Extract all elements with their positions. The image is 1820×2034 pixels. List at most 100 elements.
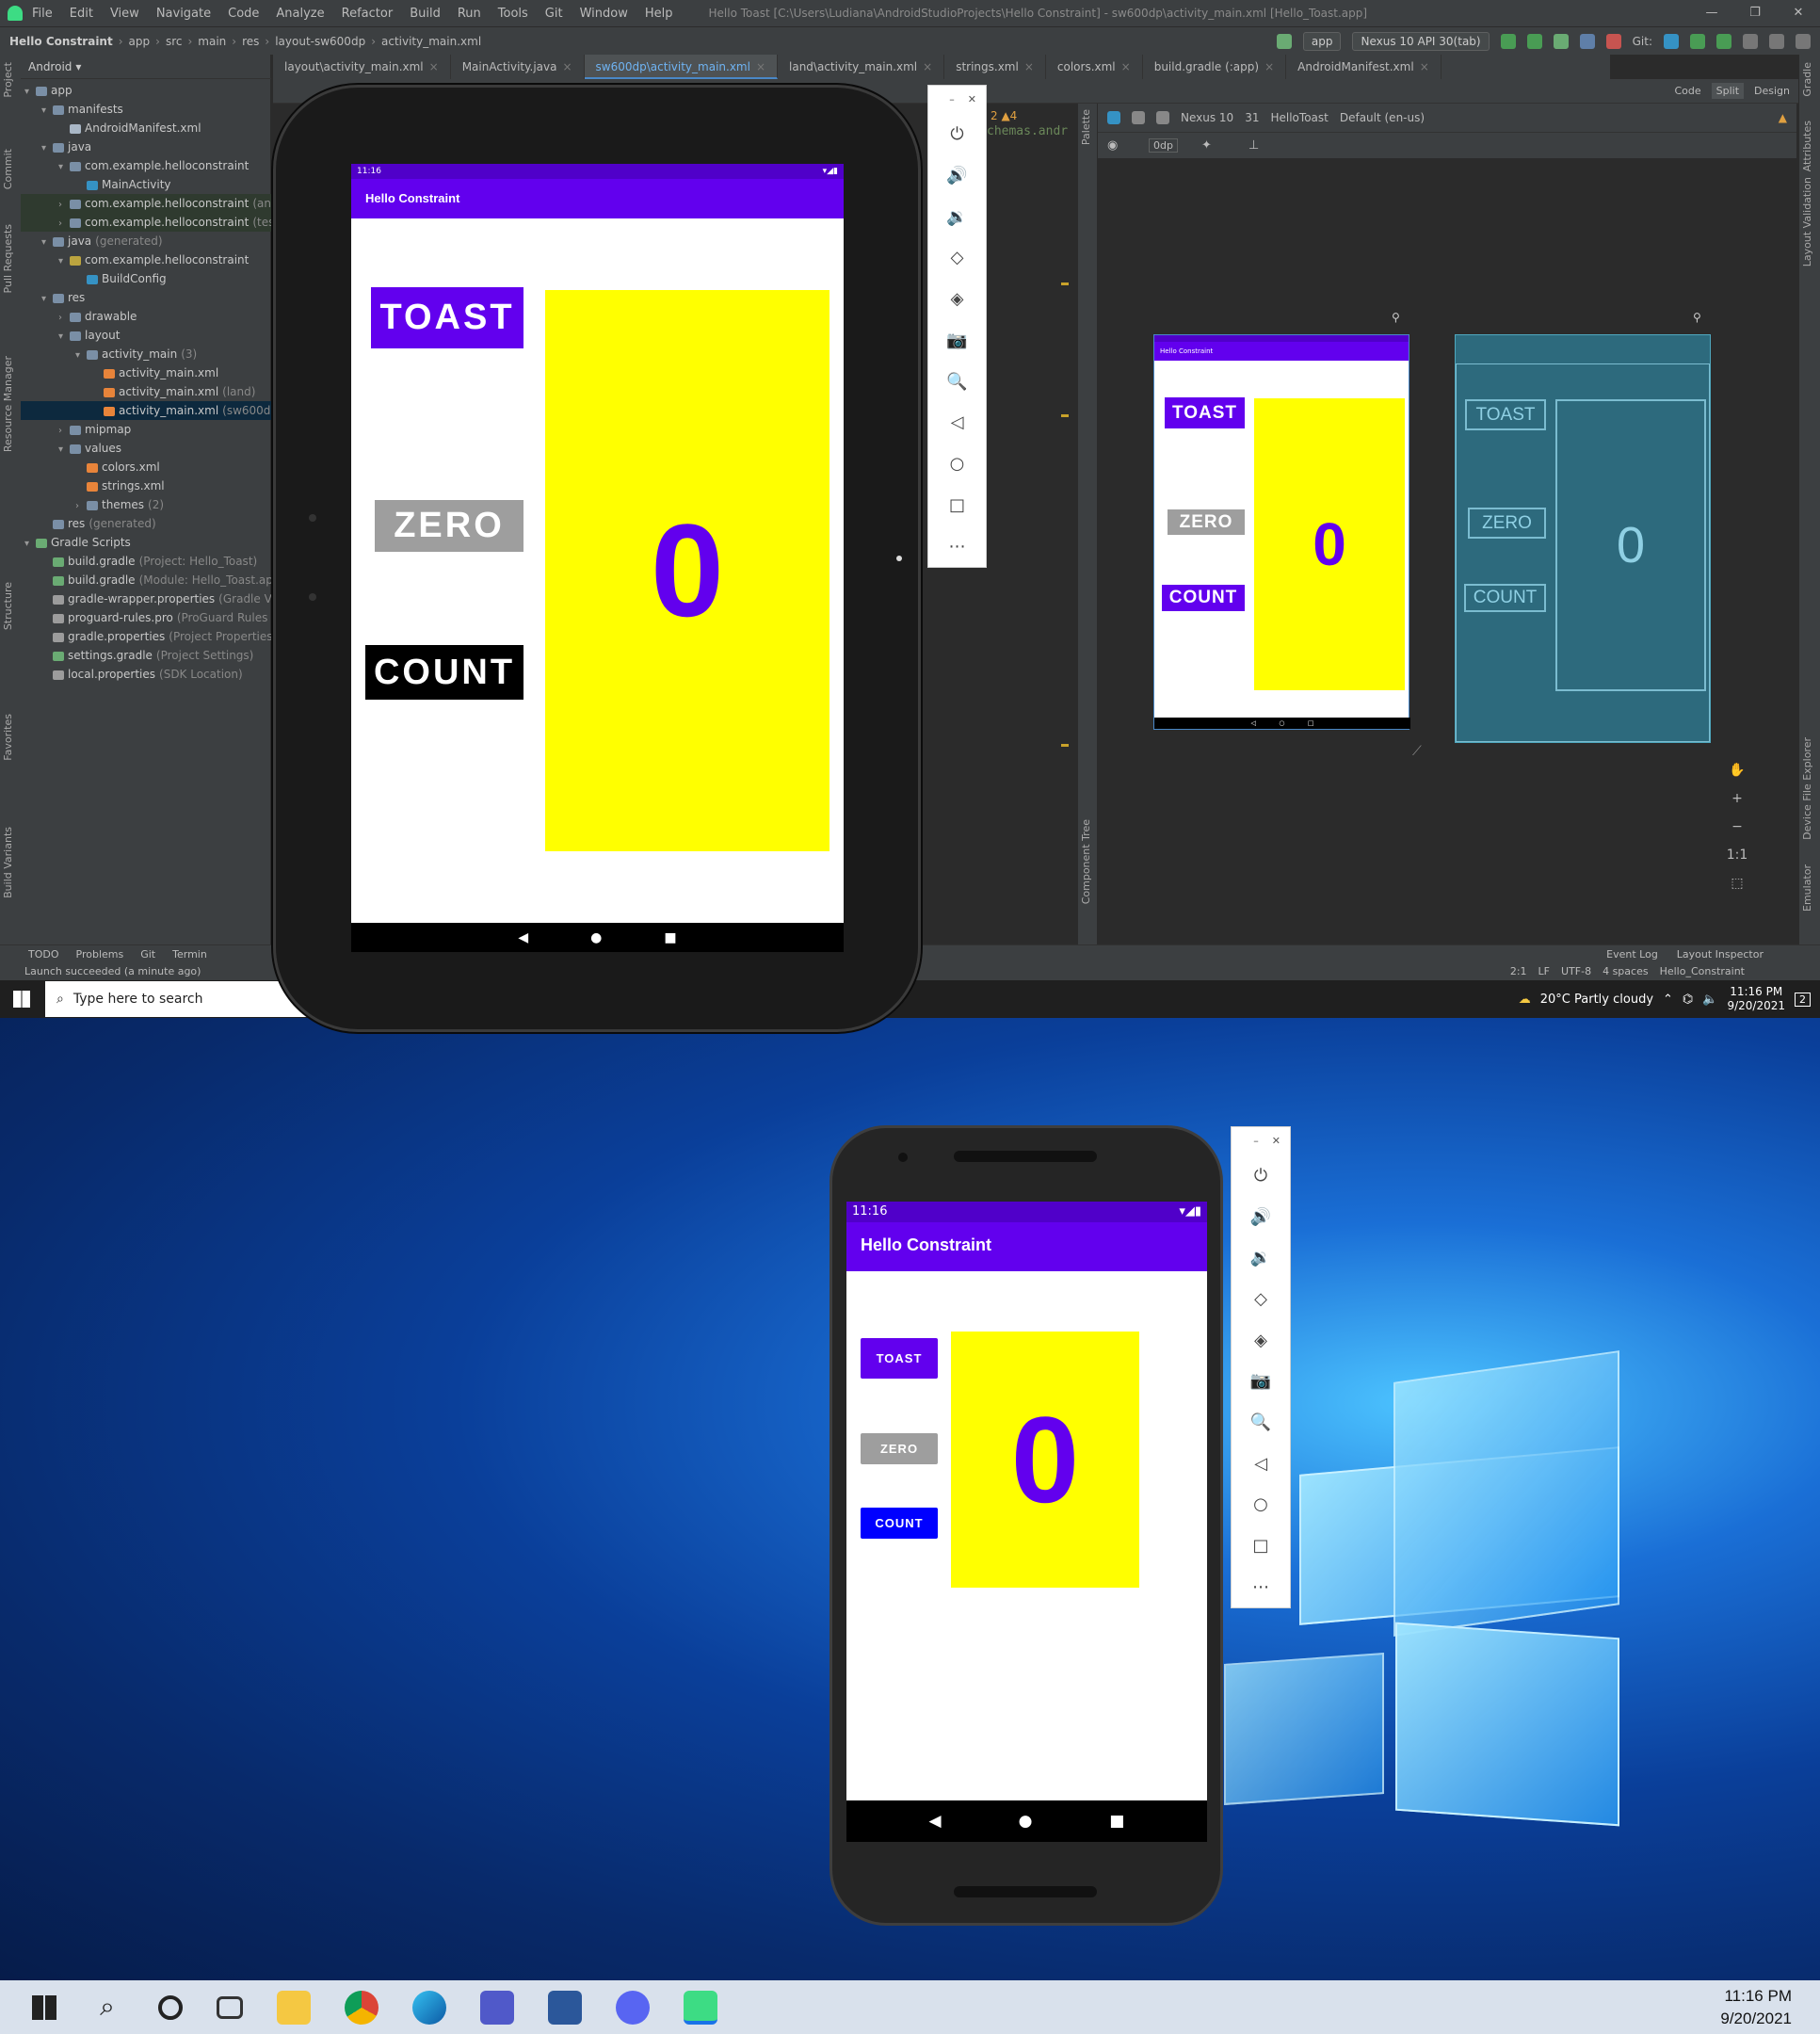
tree-chevron-icon[interactable]: ▾ [24, 535, 36, 554]
minimize-icon[interactable]: – [949, 93, 955, 114]
editor-tab[interactable]: land\activity_main.xml × [778, 55, 945, 79]
file-explorer-icon[interactable] [277, 1990, 311, 2025]
editor-tab[interactable]: sw600dp\activity_main.xml × [584, 55, 779, 79]
tablet-zero-button[interactable]: ZERO [375, 500, 523, 552]
tree-row[interactable]: res (generated) [21, 514, 271, 533]
editor-tab[interactable]: strings.xml × [944, 55, 1046, 79]
weather-icon[interactable]: ☁ [1519, 993, 1531, 1007]
bottom-tool-termin[interactable]: Termin [172, 948, 207, 960]
tree-row[interactable]: ▾ values [21, 439, 271, 458]
overview-icon[interactable]: ■ [664, 930, 676, 945]
night-mode-icon[interactable] [1156, 111, 1169, 124]
chevron-down-icon[interactable]: ▾ [75, 60, 81, 73]
right-tool-tab[interactable]: Layout Validation [1801, 177, 1813, 266]
tree-chevron-icon[interactable]: ▾ [41, 234, 53, 252]
tree-chevron-icon[interactable]: ▾ [58, 441, 70, 460]
align-icon[interactable]: ⊥ [1248, 138, 1259, 153]
tree-chevron-icon[interactable]: › [58, 422, 70, 441]
hammer-icon[interactable] [1276, 34, 1292, 49]
tree-row[interactable]: ▾ com.example.helloconstraint [21, 250, 271, 269]
bottom-tool-todo[interactable]: TODO [28, 948, 59, 960]
margin-input[interactable]: 0dp [1149, 138, 1178, 153]
tree-row[interactable]: › com.example.helloconstraint (test) [21, 213, 283, 232]
tablet-toast-button[interactable]: TOAST [371, 287, 523, 348]
menu-item-code[interactable]: Code [228, 7, 259, 21]
close-icon[interactable]: ✕ [1777, 0, 1820, 26]
volume-down-icon[interactable]: 🔉 [1250, 1237, 1271, 1279]
tree-row[interactable]: ▾ activity_main (3) [21, 345, 271, 363]
tree-chevron-icon[interactable]: ▾ [41, 139, 53, 158]
stop-icon[interactable] [1605, 34, 1621, 49]
menu-item-build[interactable]: Build [410, 7, 441, 21]
zoom-out-icon[interactable]: − [1731, 819, 1743, 834]
menu-item-edit[interactable]: Edit [70, 7, 93, 21]
tree-row[interactable]: ▾ java [21, 137, 271, 156]
pan-icon[interactable]: ✋ [1729, 763, 1745, 778]
device-select[interactable]: Nexus 10 API 30(tab) [1352, 32, 1490, 51]
home-icon[interactable]: ● [1019, 1812, 1033, 1831]
tree-chevron-icon[interactable]: ▾ [24, 83, 36, 102]
menu-item-help[interactable]: Help [645, 7, 673, 21]
tree-row[interactable]: colors.xml [21, 458, 271, 476]
left-tool-tab[interactable]: Pull Requests [2, 224, 14, 293]
rotate-left-icon[interactable]: ◇ [951, 237, 964, 279]
breadcrumb-item[interactable]: Hello Constraint [9, 35, 113, 48]
locale-select[interactable]: Default (en-us) [1340, 111, 1425, 124]
minimize-icon[interactable]: — [1690, 0, 1733, 26]
apply-changes-icon[interactable] [1500, 34, 1516, 49]
tablet-count-button[interactable]: COUNT [365, 645, 523, 700]
breadcrumb-item[interactable]: main [198, 35, 226, 48]
history-icon[interactable] [1743, 34, 1758, 49]
tree-chevron-icon[interactable]: ▾ [58, 158, 70, 177]
volume-up-icon[interactable]: 🔊 [946, 155, 967, 197]
overview-icon[interactable]: □ [1252, 1526, 1268, 1567]
palette-tool-tab[interactable]: Palette [1080, 109, 1092, 145]
tree-row[interactable]: proguard-rules.pro (ProGuard Rules fo [21, 608, 282, 627]
tab-close-icon[interactable]: × [1264, 60, 1274, 73]
status-item[interactable]: LF [1538, 965, 1550, 977]
phone-screen[interactable]: 11:16 ▾◢▮ Hello Constraint TOAST ZERO CO… [846, 1202, 1207, 1842]
restore-icon[interactable]: ❐ [1733, 0, 1777, 26]
tree-chevron-icon[interactable]: ▾ [41, 290, 53, 309]
status-item[interactable]: 4 spaces [1603, 965, 1649, 977]
back-icon[interactable]: ◁ [951, 402, 964, 444]
zoom-icon[interactable]: 🔍 [1250, 1402, 1271, 1444]
theme-select[interactable]: HelloToast [1270, 111, 1328, 124]
zoom-in-icon[interactable]: + [1731, 791, 1743, 806]
power-icon[interactable]: ⏻ [1254, 1155, 1267, 1197]
api-level-select[interactable]: 31 [1245, 111, 1259, 124]
menu-item-tools[interactable]: Tools [498, 7, 528, 21]
weather-text[interactable]: 20°C Partly cloudy [1540, 993, 1653, 1007]
back-icon[interactable]: ◀ [518, 930, 528, 945]
network-icon[interactable]: ⌬ [1683, 993, 1693, 1007]
tab-close-icon[interactable]: × [1024, 60, 1034, 73]
profile-icon[interactable] [1579, 34, 1595, 49]
camera-icon[interactable]: 📷 [946, 320, 967, 362]
status-item[interactable]: UTF-8 [1561, 965, 1591, 977]
breadcrumb-item[interactable]: src [166, 35, 183, 48]
tree-row[interactable]: settings.gradle (Project Settings) [21, 646, 271, 665]
rotate-left-icon[interactable]: ◇ [1254, 1279, 1267, 1320]
right-tool-tab[interactable]: Attributes [1801, 121, 1813, 171]
menu-item-git[interactable]: Git [545, 7, 563, 21]
blueprint-preview[interactable]: TOAST ZERO COUNT 0 [1455, 334, 1711, 743]
blueprint-count[interactable]: COUNT [1464, 584, 1546, 612]
tree-row[interactable]: ▾ java (generated) [21, 232, 271, 250]
tree-row[interactable]: BuildConfig [21, 269, 271, 288]
blueprint-pin-icon[interactable]: ⚲ [1693, 311, 1701, 324]
tree-row[interactable]: ▾ com.example.helloconstraint [21, 156, 271, 175]
tree-row[interactable]: strings.xml [21, 476, 271, 495]
overview-icon[interactable]: □ [949, 484, 965, 525]
git-update-icon[interactable] [1664, 34, 1679, 49]
tree-row[interactable]: local.properties (SDK Location) [21, 665, 271, 684]
zoom-icon[interactable]: 🔍 [946, 361, 967, 402]
warning-icon[interactable]: ▲ [1779, 111, 1787, 124]
rotate-right-icon[interactable]: ◈ [1254, 1319, 1267, 1361]
editor-tab[interactable]: AndroidManifest.xml × [1286, 55, 1442, 79]
resize-handle-icon[interactable]: ⟋ [1412, 744, 1422, 759]
preview-count-button[interactable]: COUNT [1162, 585, 1245, 611]
tree-chevron-icon[interactable]: ▾ [41, 102, 53, 121]
tree-chevron-icon[interactable]: ▾ [75, 347, 87, 365]
view-mode-split[interactable]: Split [1711, 83, 1745, 99]
blueprint-toast[interactable]: TOAST [1465, 399, 1546, 430]
